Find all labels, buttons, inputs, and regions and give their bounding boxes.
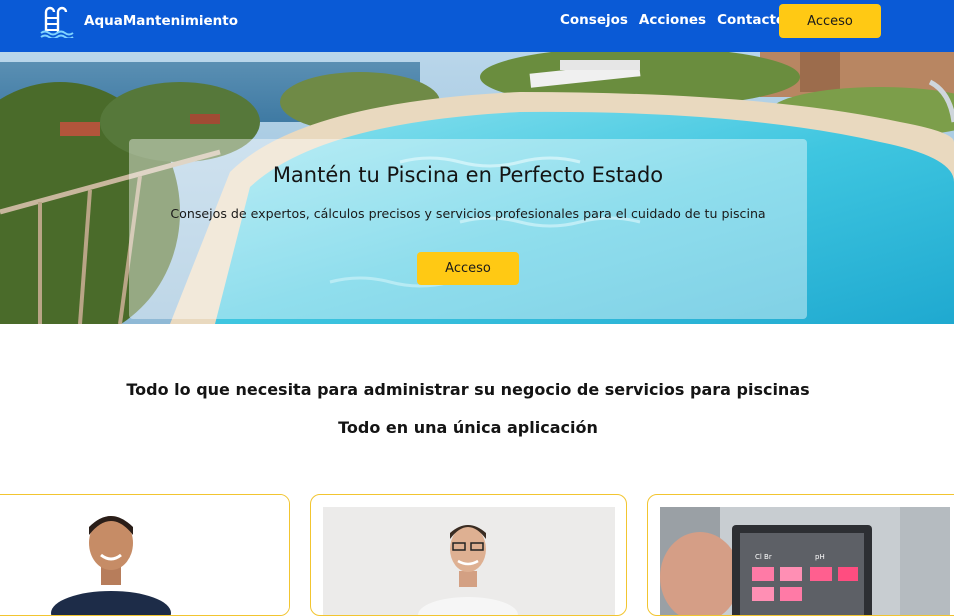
feature-card-3[interactable]: Cl Br pH (647, 494, 954, 616)
hero-cta-button[interactable]: Acceso (417, 252, 519, 285)
login-button[interactable]: Acceso (779, 4, 881, 38)
brand-name: AquaMantenimiento (84, 13, 239, 29)
test-kit-label-ph: pH (815, 553, 825, 561)
main-nav: Consejos Acciones Contacto (560, 12, 785, 28)
top-navbar: AquaMantenimiento Consejos Acciones Cont… (0, 0, 954, 52)
intro-heading: Todo lo que necesita para administrar su… (126, 380, 810, 399)
test-kit-label-clbr: Cl Br (755, 553, 772, 561)
technician-photo (0, 495, 289, 615)
brand-logo-link[interactable]: AquaMantenimiento (40, 4, 238, 38)
hero-section: Mantén tu Piscina en Perfecto Estado Con… (0, 52, 954, 324)
hero-card: Mantén tu Piscina en Perfecto Estado Con… (129, 139, 807, 319)
hero-subtitle: Consejos de expertos, cálculos precisos … (170, 206, 766, 221)
pool-ladder-icon (40, 6, 74, 38)
hero-title: Mantén tu Piscina en Perfecto Estado (272, 163, 664, 187)
feature-card-2[interactable] (310, 494, 627, 616)
nav-link-consejos[interactable]: Consejos (560, 12, 628, 28)
nav-link-acciones[interactable]: Acciones (639, 12, 706, 28)
nav-link-contacto[interactable]: Contacto (717, 12, 785, 28)
intro-subheading: Todo en una única aplicación (338, 418, 598, 437)
consultant-photo (323, 507, 615, 615)
water-test-kit-photo: Cl Br pH (660, 507, 950, 615)
feature-card-1[interactable] (0, 494, 290, 616)
